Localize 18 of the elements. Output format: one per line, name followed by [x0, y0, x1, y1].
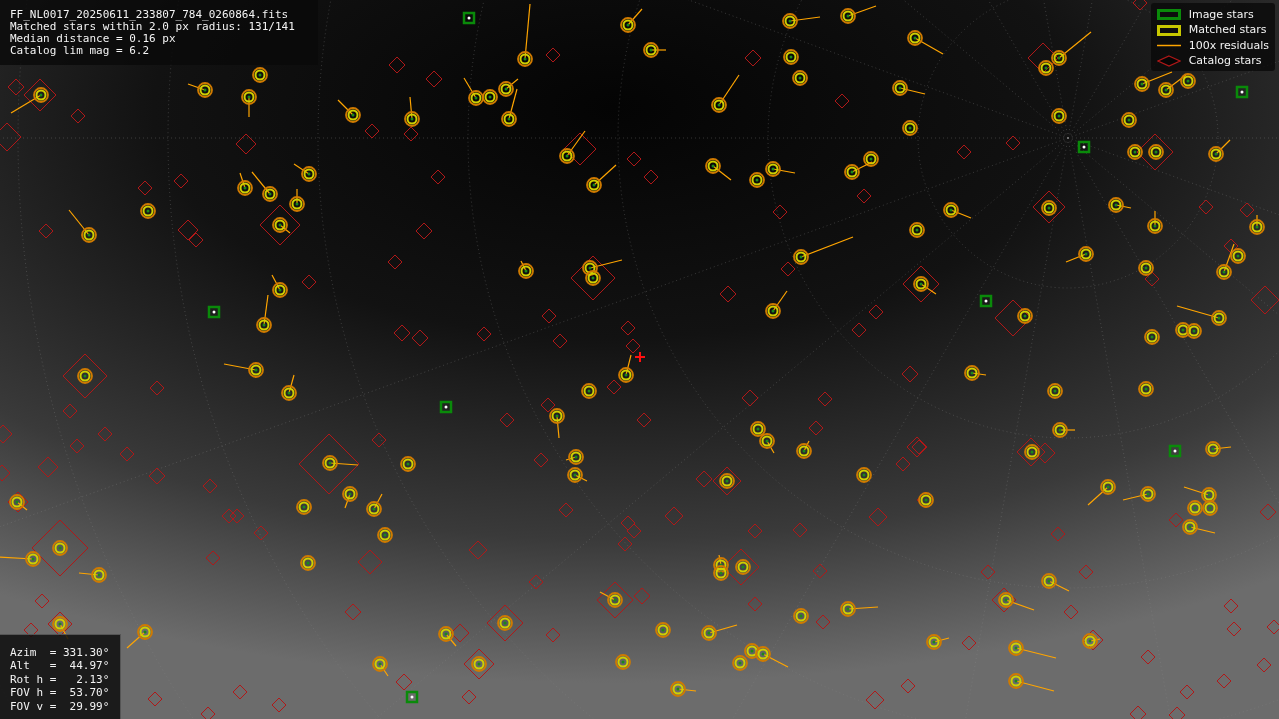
- pointing-text: Rot h = 2.13°: [10, 672, 110, 686]
- pointing-text: FOV v = 29.99°: [10, 699, 110, 713]
- center-cross-icon: [635, 352, 645, 362]
- legend-label: Matched stars: [1188, 24, 1267, 37]
- square-marker-icon: [1156, 9, 1181, 21]
- info-text: Catalog lim mag = 6.2: [10, 45, 151, 57]
- pointing-text: Alt = 44.97°: [10, 659, 110, 673]
- diamond-icon: [1156, 55, 1181, 68]
- matched-marker-icon: [1156, 24, 1181, 36]
- pointing-text: Azim = 331.30°: [10, 645, 110, 659]
- legend-label: 100x residuals: [1188, 39, 1269, 52]
- info-text: Matched stars within 2.0 px radius: 131/141: [10, 21, 296, 33]
- residual-line-icon: [1156, 44, 1181, 48]
- info-text: Median distance = 0.16 px: [10, 33, 177, 45]
- legend-label: Image stars: [1188, 8, 1254, 21]
- legend-label: Catalog stars: [1188, 55, 1262, 68]
- info-text: FF_NL0017_20250611_233807_784_0260864.fits: [10, 9, 290, 21]
- pointing-text: FOV h = 53.70°: [10, 686, 110, 700]
